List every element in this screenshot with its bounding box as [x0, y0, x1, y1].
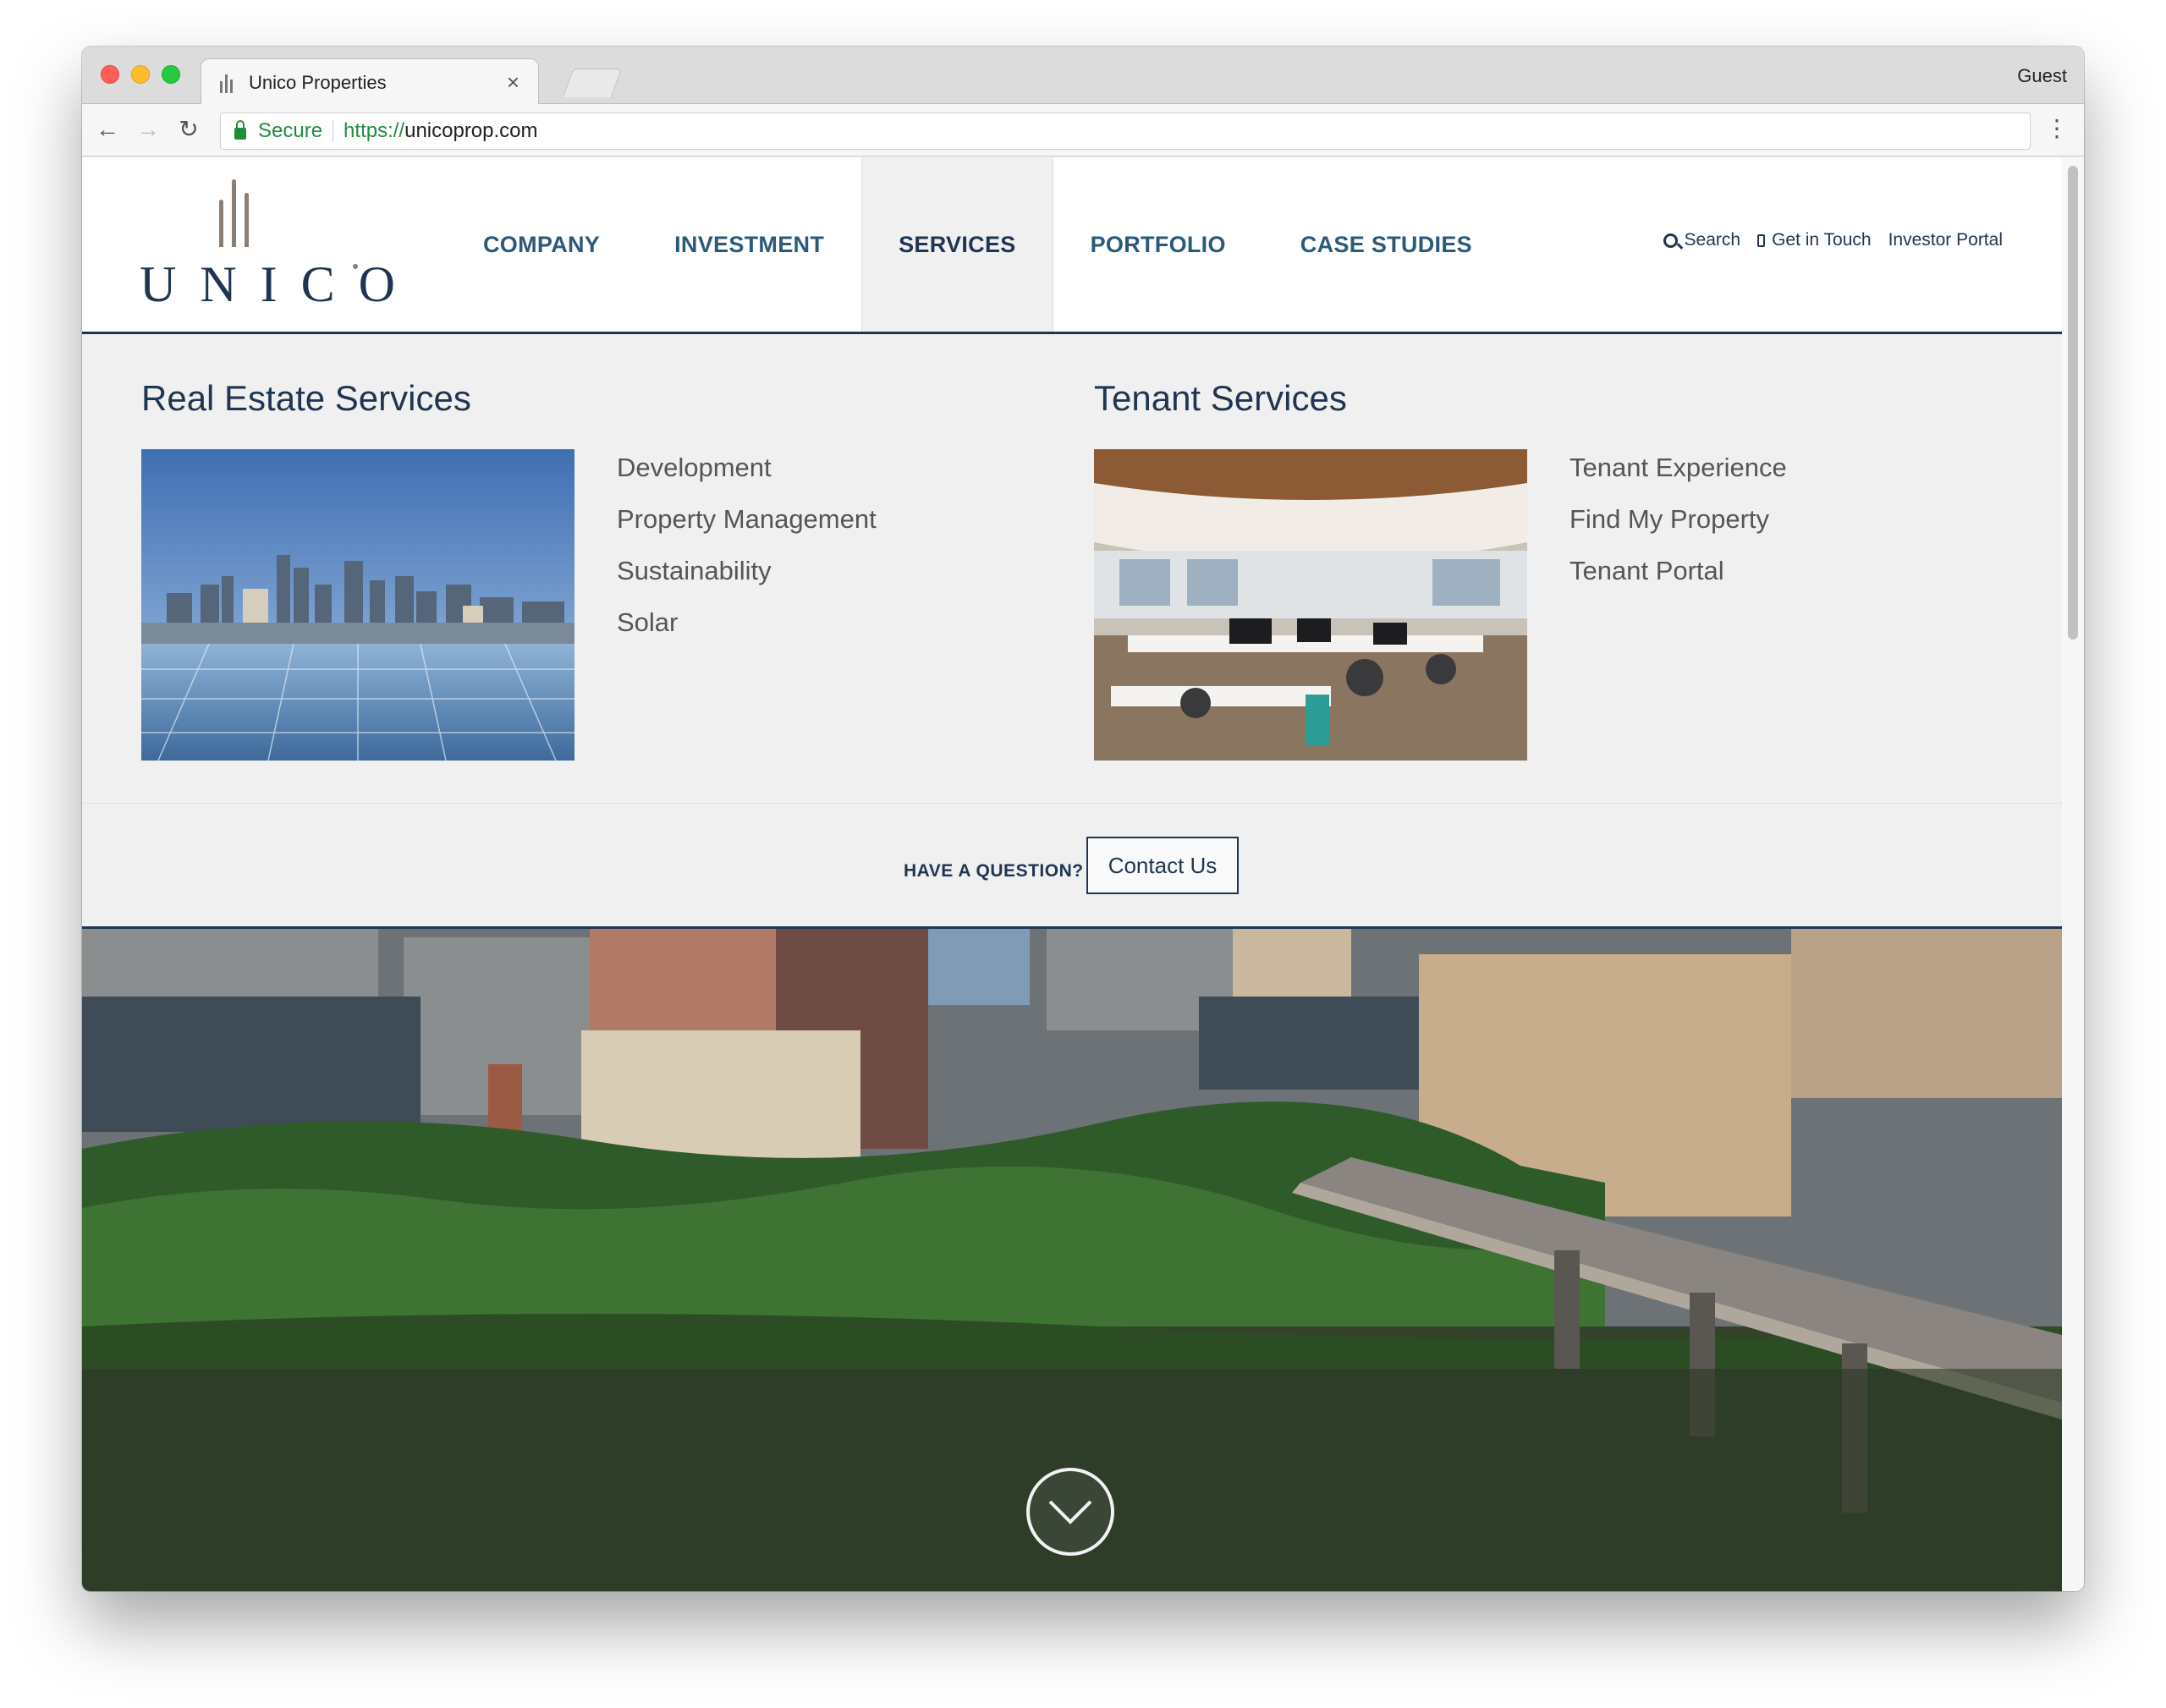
tab-strip: Unico Properties × Guest: [82, 47, 2084, 106]
link-development[interactable]: Development: [617, 453, 877, 484]
investor-portal-label: Investor Portal: [1888, 230, 2003, 250]
get-in-touch-label: Get in Touch: [1772, 230, 1872, 250]
real-estate-services-heading[interactable]: Real Estate Services: [141, 378, 471, 419]
address-bar[interactable]: Secure https:// unicoprop.com: [220, 113, 2031, 150]
close-window-button[interactable]: [101, 65, 119, 84]
scroll-down-button[interactable]: [1026, 1468, 1114, 1556]
nav-services[interactable]: SERVICES: [861, 157, 1053, 332]
browser-menu-icon[interactable]: ⋮: [2045, 114, 2069, 142]
contact-us-button[interactable]: Contact Us: [1086, 837, 1239, 894]
tab-title: Unico Properties: [249, 71, 387, 93]
registered-mark-icon: [353, 264, 358, 269]
chevron-down-icon: [1048, 1500, 1092, 1524]
link-tenant-portal[interactable]: Tenant Portal: [1570, 556, 1787, 587]
scrollbar-thumb[interactable]: [2068, 166, 2078, 640]
url-scheme: https://: [344, 119, 405, 142]
link-sustainability[interactable]: Sustainability: [617, 556, 877, 587]
have-a-question-label: HAVE A QUESTION?: [904, 861, 1084, 881]
tenant-services-heading[interactable]: Tenant Services: [1094, 378, 1347, 419]
investor-portal-link[interactable]: Investor Portal: [1888, 230, 2003, 250]
minimize-window-button[interactable]: [131, 65, 150, 84]
search-label: Search: [1684, 230, 1741, 250]
tenant-links: Tenant Experience Find My Property Tenan…: [1570, 453, 1787, 607]
unico-logo[interactable]: UNICO: [140, 179, 395, 315]
link-find-my-property[interactable]: Find My Property: [1570, 504, 1787, 535]
link-property-management[interactable]: Property Management: [617, 504, 877, 535]
get-in-touch-link[interactable]: Get in Touch: [1757, 230, 1872, 250]
link-solar[interactable]: Solar: [617, 607, 877, 639]
page-scrollbar[interactable]: [2062, 157, 2084, 1591]
tab-close-icon[interactable]: ×: [507, 69, 520, 96]
city-skyline-image[interactable]: [141, 449, 574, 761]
main-nav: COMPANY INVESTMENT SERVICES PORTFOLIO CA…: [446, 157, 1509, 332]
reload-icon[interactable]: ↻: [172, 113, 206, 146]
browser-tab[interactable]: Unico Properties ×: [201, 58, 539, 106]
site-header: UNICO COMPANY INVESTMENT SERVICES PORTFO…: [82, 157, 2062, 334]
real-estate-links: Development Property Management Sustaina…: [617, 453, 877, 659]
utility-nav: Search Get in Touch Investor Portal: [1663, 230, 2003, 250]
link-tenant-experience[interactable]: Tenant Experience: [1570, 453, 1787, 484]
hero-image: [82, 929, 2062, 1591]
office-interior-image[interactable]: [1094, 449, 1527, 761]
browser-toolbar: ← → ↻ Secure https:// unicoprop.com ⋮: [82, 104, 2084, 157]
new-tab-button[interactable]: [562, 69, 623, 97]
nav-portfolio[interactable]: PORTFOLIO: [1053, 157, 1263, 332]
secure-label: Secure: [258, 119, 323, 142]
page-viewport: UNICO COMPANY INVESTMENT SERVICES PORTFO…: [82, 157, 2062, 1591]
logo-mark-icon: [219, 179, 249, 247]
question-bar: HAVE A QUESTION? Contact Us: [82, 804, 2062, 929]
nav-investment[interactable]: INVESTMENT: [637, 157, 861, 332]
logo-text: UNICO: [140, 256, 419, 312]
window-controls: [101, 65, 180, 84]
profile-label[interactable]: Guest: [2017, 65, 2067, 87]
favicon-icon: [220, 73, 235, 93]
search-link[interactable]: Search: [1663, 230, 1741, 250]
lock-icon: [234, 120, 246, 140]
browser-window: Unico Properties × Guest ← → ↻ Secure ht…: [82, 47, 2084, 1591]
forward-icon[interactable]: →: [131, 113, 165, 146]
nav-company[interactable]: COMPANY: [446, 157, 637, 332]
phone-icon: [1757, 233, 1766, 247]
search-icon: [1663, 233, 1678, 248]
back-icon[interactable]: ←: [91, 113, 124, 146]
services-mega-menu: Real Estate Services Development Propert…: [82, 334, 2062, 804]
zoom-window-button[interactable]: [162, 65, 180, 84]
nav-case-studies[interactable]: CASE STUDIES: [1263, 157, 1509, 332]
url-host: unicoprop.com: [404, 119, 538, 142]
